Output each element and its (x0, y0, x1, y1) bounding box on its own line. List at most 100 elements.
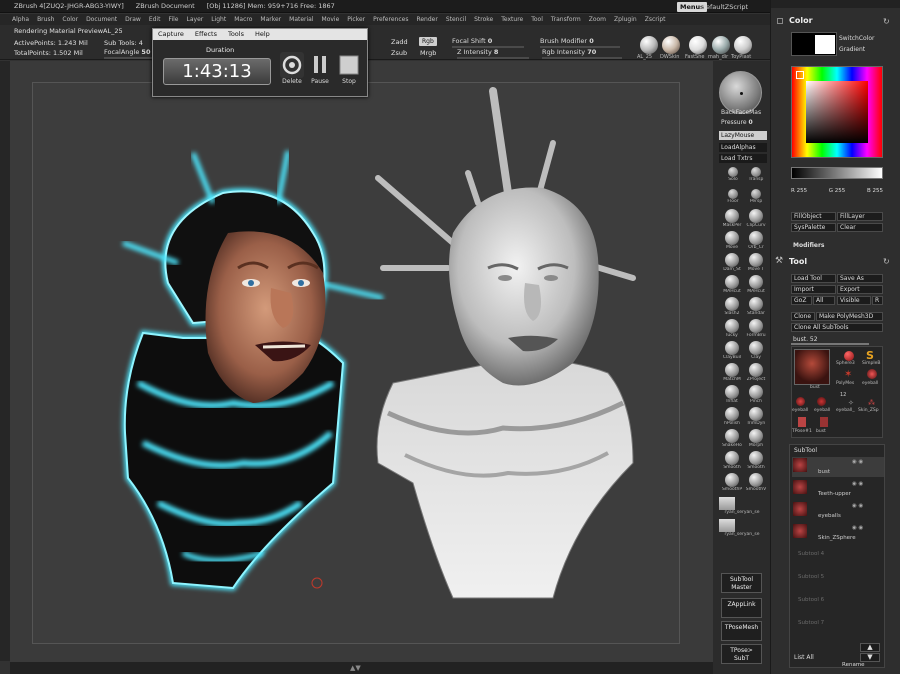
save-as-button[interactable]: Save As (837, 274, 883, 283)
polymesh-star-tool-thumb[interactable]: ✶ (844, 369, 852, 380)
brush-slot[interactable]: Orb_Cr (744, 231, 768, 250)
subtool-item[interactable]: ◉ ◉ Teeth-upper (792, 479, 884, 499)
brush-slot[interactable]: Smooth (744, 451, 768, 470)
palette-scroll-strip[interactable] (771, 0, 900, 8)
menu-item[interactable]: Transform (551, 16, 581, 23)
brush-slot[interactable]: TrimDyn (744, 407, 768, 426)
main-color-swatch[interactable] (791, 32, 837, 56)
tool-slider-track[interactable] (791, 343, 869, 345)
brush-slot[interactable]: lucky (720, 319, 744, 338)
tpose-tool-thumb[interactable] (798, 417, 806, 427)
subtool-title[interactable]: SubTool (794, 447, 817, 454)
bust-tool-thumb[interactable] (794, 349, 830, 385)
brush-slot[interactable]: Dam_St (720, 253, 744, 272)
menu-item[interactable]: Edit (149, 16, 161, 23)
brush-slot[interactable]: Pinch (744, 385, 768, 404)
reset-icon[interactable]: ↻ (883, 257, 890, 266)
clear-button[interactable]: Clear (837, 223, 883, 232)
menu-item[interactable]: Alpha (12, 16, 29, 23)
switch-color-button[interactable]: SwitchColor (839, 35, 875, 42)
menu-item[interactable]: Brush (37, 16, 54, 23)
make-polymesh-button[interactable]: Make PolyMesh3D (816, 312, 883, 321)
tools-menu[interactable]: Tools (228, 29, 244, 40)
menu-item[interactable]: Zoom (589, 16, 606, 23)
pause-button[interactable] (308, 52, 332, 78)
subtool-visibility-icon[interactable]: ◉ ◉ (852, 481, 863, 487)
brush-slot[interactable]: ClipCurv (744, 209, 768, 228)
tpose-subtool-button[interactable]: TPose> SubT (721, 644, 762, 664)
menu-item[interactable]: Preferences (373, 16, 408, 23)
brush-slot[interactable]: Inflat (720, 385, 744, 404)
saturation-value-square[interactable] (806, 81, 868, 143)
green-value[interactable]: G 255 (829, 188, 846, 199)
script-name[interactable]: DefaultZScript (701, 2, 748, 12)
fill-object-button[interactable]: FillObject (791, 212, 836, 221)
menu-item[interactable]: Stroke (474, 16, 493, 23)
brush-slot[interactable]: hPolish (720, 407, 744, 426)
move-down-button[interactable]: ▼ (860, 653, 880, 662)
focal-shift-slider[interactable]: Focal Shift 0 (452, 37, 524, 48)
stop-button[interactable] (337, 52, 361, 78)
value-gradient-strip[interactable] (791, 167, 883, 179)
view-toggle-button[interactable]: Solo (721, 167, 745, 182)
material-swatch-toyplast[interactable] (734, 36, 752, 54)
brush-slot[interactable]: Move T (744, 253, 768, 272)
brush-slot[interactable]: SmoothV (744, 473, 768, 492)
subtool-item[interactable]: ◉ ◉ Skin_ZSphere (792, 523, 884, 543)
brush-slot[interactable]: ClayBuil (720, 341, 744, 360)
rgb-sliders[interactable]: R 255 G 255 B 255 (791, 188, 883, 199)
mrgb-button[interactable]: Mrgb (420, 49, 436, 57)
brush-slot[interactable]: MAHcut (744, 275, 768, 294)
menu-item[interactable]: Color (62, 16, 78, 23)
help-menu[interactable]: Help (255, 29, 270, 40)
menu-item[interactable]: Marker (260, 16, 281, 23)
clay-bust-model[interactable] (375, 87, 636, 599)
brush-slot[interactable]: Clay (744, 341, 768, 360)
view-toggle-button[interactable]: Persp (744, 189, 768, 204)
clone-button[interactable]: Clone (791, 312, 815, 321)
red-value[interactable]: R 255 (791, 188, 807, 199)
menu-item[interactable]: Material (289, 16, 313, 23)
pressure-slider[interactable]: Pressure 0 (721, 119, 753, 126)
modifiers-section[interactable]: Modifiers (793, 242, 825, 249)
brush-slot[interactable]: ZProject (744, 363, 768, 382)
left-tray[interactable] (0, 61, 10, 661)
eyeball-tool-thumb[interactable] (867, 369, 877, 379)
view-toggle-button[interactable]: Floor (721, 189, 745, 204)
menu-item[interactable]: Draw (125, 16, 141, 23)
hue-ring-picker[interactable] (791, 66, 883, 158)
export-button[interactable]: Export (837, 285, 883, 294)
bust-small-tool-thumb[interactable] (820, 417, 828, 427)
zapplink-button[interactable]: ZAppLink (721, 598, 762, 618)
eyeball-figure-tool-thumb[interactable]: ✧ (848, 399, 854, 407)
menu-item[interactable]: Picker (347, 16, 365, 23)
painted-bust-model[interactable] (98, 111, 384, 591)
subtool-item[interactable]: ◉ ◉ eyeballs (792, 501, 884, 521)
brush-slot[interactable]: MaskPer (720, 209, 744, 228)
menu-item[interactable]: Tool (531, 16, 543, 23)
brush-modifier-slider[interactable]: Brush Modifier 0 (540, 37, 620, 48)
subtool-visibility-icon[interactable]: ◉ ◉ (852, 503, 863, 509)
sys-palette-button[interactable]: SysPalette (791, 223, 836, 232)
capture-menu[interactable]: Capture (158, 29, 184, 40)
menu-item[interactable]: Light (211, 16, 226, 23)
brush-slot[interactable]: Smooth (720, 451, 744, 470)
brush-slot[interactable]: SnakeHo (720, 429, 744, 448)
menu-item[interactable]: Zscript (645, 16, 666, 23)
gradient-button[interactable]: Gradient (839, 46, 865, 53)
menu-item[interactable]: Document (86, 16, 117, 23)
move-up-button[interactable]: ▲ (860, 643, 880, 652)
menu-item[interactable]: File (168, 16, 178, 23)
view-toggle-button[interactable]: Transp (744, 167, 768, 182)
visible-button[interactable]: Visible (837, 296, 871, 305)
sphere3d-tool-thumb[interactable] (844, 351, 854, 361)
delete-button[interactable] (280, 52, 304, 78)
fill-layer-button[interactable]: FillLayer (837, 212, 883, 221)
menu-item[interactable]: Texture (501, 16, 523, 23)
menu-item[interactable]: Movie (322, 16, 340, 23)
lazymouse-button[interactable]: LazyMouse (719, 131, 767, 140)
zadd-button[interactable]: Zadd (391, 38, 408, 46)
rename-button[interactable]: Rename (842, 662, 865, 668)
rgb-intensity-slider[interactable]: Rgb Intensity 70 (542, 48, 622, 59)
skin-zsphere-tool-thumb[interactable]: ⁂ (868, 399, 875, 407)
